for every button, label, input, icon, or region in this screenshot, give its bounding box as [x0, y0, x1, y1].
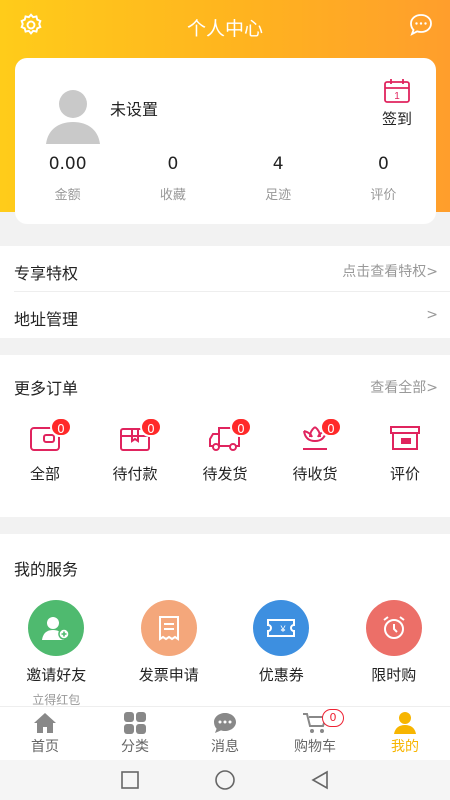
tab-mine[interactable]: 我的 — [360, 707, 450, 760]
order-label: 待付款 — [112, 465, 158, 483]
order-pending-payment[interactable]: 0 待付款 — [90, 415, 180, 505]
tab-cart[interactable]: 0 购物车 — [270, 707, 360, 760]
stat-label: 金额 — [54, 188, 81, 203]
service-label: 邀请好友 — [26, 666, 87, 684]
services-grid: 邀请好友 立得红包 发票申请 ¥ 优惠券 限时购 — [0, 600, 450, 708]
order-label: 评价 — [389, 465, 420, 483]
order-label: 待收货 — [292, 465, 338, 483]
alarm-clock-icon — [365, 600, 422, 656]
stats-row: 0.00 金额 0 收藏 4 足迹 0 评价 — [15, 154, 436, 203]
order-label: 待发货 — [202, 465, 248, 483]
tab-label: 购物车 — [294, 739, 336, 755]
orders-view-all-link[interactable]: 查看全部> — [370, 377, 438, 397]
invoice-icon — [140, 600, 197, 656]
calendar-day: 1 — [394, 91, 400, 102]
order-label: 全部 — [29, 465, 60, 483]
home-icon — [34, 713, 56, 733]
stat-value: 0 — [167, 154, 179, 174]
service-flash-sale[interactable]: 限时购 — [338, 600, 450, 708]
service-label: 优惠券 — [258, 666, 304, 684]
order-all[interactable]: 0 全部 — [0, 415, 90, 505]
nickname[interactable]: 未设置 — [110, 96, 158, 120]
order-status-row: 0 全部 0 待付款 0 待发货 0 待收货 评价 — [0, 415, 450, 505]
tab-category[interactable]: 分类 — [90, 707, 180, 760]
account-links-section: 专享特权 点击查看特权> 地址管理 > — [0, 246, 450, 338]
back-triangle-icon[interactable] — [310, 770, 330, 790]
service-label: 限时购 — [371, 666, 417, 684]
calendar-icon: 1 — [384, 79, 410, 103]
chevron-right-icon: > — [426, 307, 438, 323]
tab-home[interactable]: 首页 — [0, 707, 90, 760]
address-row[interactable]: 地址管理 > — [0, 292, 450, 338]
services-header: 我的服务 — [0, 534, 450, 594]
stat-footprints[interactable]: 4 足迹 — [226, 154, 331, 203]
coupon-icon: ¥ — [253, 600, 310, 656]
chat-bubble-icon[interactable] — [408, 12, 434, 38]
order-review[interactable]: 评价 — [360, 415, 450, 505]
system-navigation-bar — [0, 760, 450, 800]
stat-label: 足迹 — [265, 188, 292, 203]
service-invite-friends[interactable]: 邀请好友 立得红包 — [0, 600, 113, 708]
order-badge: 0 — [140, 417, 162, 437]
service-label: 发票申请 — [138, 666, 199, 684]
services-section: 我的服务 邀请好友 立得红包 发票申请 ¥ 优惠券 限时购 — [0, 534, 450, 708]
avatar[interactable] — [42, 82, 104, 144]
page-title: 个人中心 — [186, 18, 263, 40]
svg-text:¥: ¥ — [280, 624, 287, 634]
order-badge: 0 — [320, 417, 342, 437]
signin-button[interactable]: 1 签到 — [377, 78, 417, 129]
tab-label: 消息 — [211, 739, 239, 755]
stat-value: 4 — [272, 154, 284, 174]
invite-user-icon — [28, 600, 85, 656]
orders-section: 更多订单 查看全部> 0 全部 0 待付款 0 待发货 0 待收货 评价 — [0, 355, 450, 517]
services-title: 我的服务 — [14, 560, 79, 579]
stat-label: 评价 — [370, 188, 397, 203]
orders-header: 更多订单 查看全部> — [0, 355, 450, 415]
recent-apps-icon[interactable] — [120, 771, 140, 789]
bottom-tabbar: 首页 分类 消息 0 购物车 我的 — [0, 706, 450, 760]
service-invoice[interactable]: 发票申请 — [113, 600, 226, 708]
address-title: 地址管理 — [14, 310, 79, 329]
privilege-title: 专享特权 — [14, 264, 79, 283]
home-circle-icon[interactable] — [214, 769, 236, 791]
stat-value: 0.00 — [48, 154, 87, 174]
order-badge: 0 — [50, 417, 72, 437]
privilege-row[interactable]: 专享特权 点击查看特权> — [0, 246, 450, 292]
tab-messages[interactable]: 消息 — [180, 707, 270, 760]
tab-label: 分类 — [121, 739, 149, 755]
stat-label: 收藏 — [159, 188, 186, 203]
cart-badge: 0 — [322, 709, 344, 727]
privilege-link[interactable]: 点击查看特权> — [342, 261, 438, 281]
stat-value: 0 — [377, 154, 389, 174]
tab-label: 首页 — [31, 739, 59, 755]
grid-icon — [124, 712, 146, 734]
orders-title: 更多订单 — [14, 379, 79, 398]
stat-reviews[interactable]: 0 评价 — [331, 154, 436, 203]
order-pending-shipment[interactable]: 0 待发货 — [180, 415, 270, 505]
message-icon — [214, 713, 236, 733]
user-icon — [394, 712, 416, 734]
review-box-icon — [390, 426, 420, 450]
order-pending-receipt[interactable]: 0 待收货 — [270, 415, 360, 505]
order-badge: 0 — [230, 417, 252, 437]
service-coupons[interactable]: ¥ 优惠券 — [225, 600, 338, 708]
stat-balance[interactable]: 0.00 金额 — [15, 154, 120, 203]
tab-label: 我的 — [391, 739, 419, 755]
signin-label: 签到 — [381, 110, 412, 128]
profile-card: 未设置 1 签到 0.00 金额 0 收藏 4 足迹 0 评价 — [15, 58, 436, 224]
stat-favorites[interactable]: 0 收藏 — [120, 154, 225, 203]
